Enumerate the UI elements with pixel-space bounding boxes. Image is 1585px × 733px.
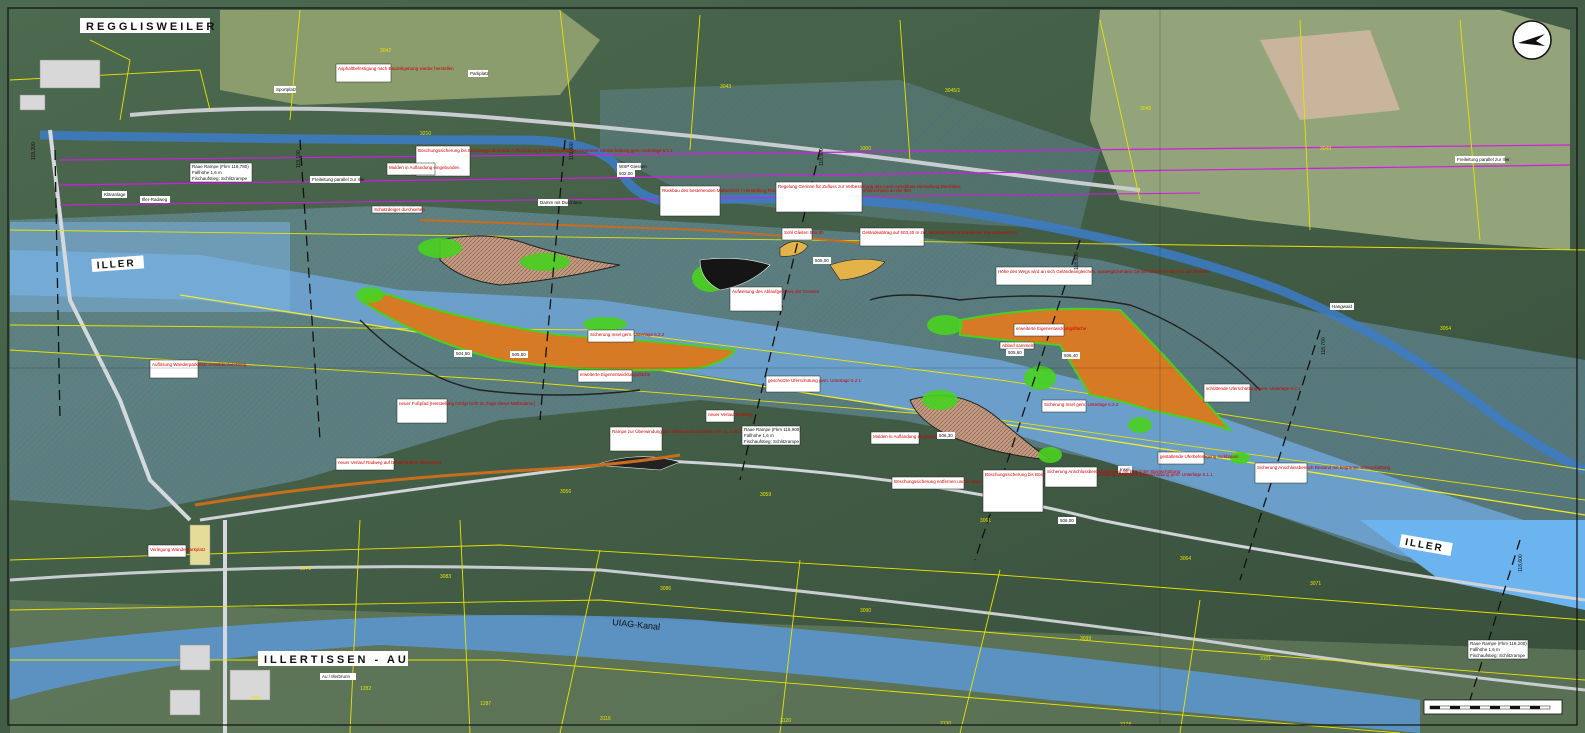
ann-asphalt: Asphaltbefestigung nach Bauleitigebung w… (338, 66, 454, 71)
ramp-br-line1: Raue Rampe (Fkm 119,200) (1470, 641, 1527, 646)
ann-erweiterte-1: erweiterte Eigenentwicklungsfläche (1016, 326, 1087, 331)
parcel-25: 3300 (860, 146, 871, 152)
label-leitung: Freileitung parallel zur Iller (312, 177, 365, 182)
parcel-2: 3045/1 (945, 88, 961, 94)
parcel-17: 1281 (250, 696, 261, 702)
ann-schutz: Schutzdeiger durchsehen (374, 207, 426, 212)
place-label-illertissen: ILLERTISSEN - AU (264, 654, 409, 666)
parcel-13: 3086 (660, 586, 671, 592)
ann-ablauf: Ablauf sammeln (1002, 343, 1035, 348)
label-hangwald: Hangwald (1332, 304, 1353, 309)
parcel-0: 3042 (380, 48, 391, 54)
parcel-24: 3210 (420, 131, 431, 137)
ramp-middle-line3: Fischaufstieg: Schlitzrampe (744, 439, 800, 444)
elev-7: 506,40 (1064, 353, 1078, 358)
ramp-br-line2: Fallhöhe 1,6 m (1470, 647, 1500, 652)
parcel-21: 3120 (780, 718, 791, 724)
scale-bar-icon (1423, 699, 1563, 715)
km-4: 118,800 (1074, 252, 1080, 270)
ann-hoehe-weg: Höhe des Wegs wird an sich Geländeanglei… (998, 269, 1209, 274)
km-3: 118,900 (819, 148, 825, 166)
ann-regelung: Regelung Gerinne für Zufluss zur Verbess… (778, 184, 961, 189)
ramp-br-line3: Fischaufstieg: Schlitzrampe (1470, 653, 1526, 658)
ann-boeschung: Böschungssicherung bis Böschungsoberkant… (418, 148, 673, 153)
ann-sicherung-insel-2: Sicherung Insel gem. Unterlage 6.2.2 (1044, 402, 1119, 407)
ramp-bottom-right-box: Raue Rampe (Fkm 119,200) Fallhöhe 1,6 m … (1467, 639, 1529, 660)
parcel-1: 3043 (720, 84, 731, 90)
ramp-middle-line2: Fallhöhe 1,6 m (744, 433, 774, 438)
ann-geschuetzt: geschützte Uferschütung gem. Unterlage 6… (768, 378, 862, 383)
ann-neuer-radweg: neuer Verlauf Radweg auf bestehendem Dam… (338, 460, 442, 465)
ramp-left-line3: Fischaufstieg: Schlitzrampe (192, 176, 248, 181)
ann-sicherung-a: Sicherung Anschlussbereich Bestand mit b… (1047, 469, 1181, 474)
parcel-7: 3059 (760, 492, 771, 498)
km-0: 119,200 (31, 142, 37, 160)
ann-mulden-2: Mulden in Auflandung eingebunden (873, 434, 944, 439)
km-2: 119,000 (569, 142, 575, 160)
parcel-18: 1282 (360, 686, 371, 692)
ramp-left-line1: Raue Rampe (Fkm 118,780) (192, 164, 249, 169)
label-wsp-giessen: WSP Giessen (619, 164, 647, 169)
ann-sicherung-insel-1: Sicherung Insel gem. Unterlage 6.2.2 (590, 332, 665, 337)
ann-aufweitung: Aufweitung des Ablaufgerinnes der Giesse… (732, 289, 820, 294)
elev-1: 505,00 (815, 258, 829, 263)
parcel-14: 3090 (860, 608, 871, 614)
parcel-15: 3099 (1080, 636, 1091, 642)
km-5: 118,700 (1321, 337, 1327, 355)
north-arrow-icon (1512, 20, 1552, 60)
parcel-16: 3101 (1260, 656, 1271, 662)
ann-sohl: Sohl Gleiten 505,80 (784, 230, 824, 235)
parcel-5: 3054 (1440, 326, 1451, 332)
label-damm: Damm mit Durchlass (540, 200, 583, 205)
ann-erweiterte-2: erweiterte Eigenentwicklungsfläche (580, 372, 651, 377)
ramp-left-line2: Fallhöhe 1,6 m (192, 170, 222, 175)
ramp-middle-box: Raue Rampe (Fkm 118,900) Fallhöhe 1,6 m … (741, 425, 801, 446)
elev-2: 504,50 (456, 351, 470, 356)
label-parkplatz: Parkplatz (470, 71, 490, 76)
ann-neuer-fusspfad: neuer Fußpfad (Herstellung erfolgt nicht… (399, 401, 536, 406)
parcel-8: 3061 (980, 518, 991, 524)
label-leitung-right: Freileitung parallel zur Iller (1457, 157, 1510, 162)
parcel-4: 3049 (1320, 146, 1331, 152)
elev-5: 506,00 (1060, 518, 1074, 523)
label-radweg: Iller-Radweg (142, 197, 168, 202)
left-blue-zone (10, 222, 290, 312)
elev-4: 506,30 (939, 433, 953, 438)
parcel-12: 3083 (440, 574, 451, 580)
km-6: 118,600 (1518, 554, 1524, 572)
elev-6: 505,60 (1008, 350, 1022, 355)
ann-sicherung-b: Sicherung Anschlussbereich Bestand mit b… (1257, 465, 1391, 470)
label-sportplatz: Sportplatz (276, 87, 297, 92)
ann-aufloesung: Auflösung Wanderparkplatz Auwaldentwickl… (152, 362, 247, 367)
parcel-6: 3056 (560, 489, 571, 495)
ann-gestaltete: gestaltende Uferbefestigung rückbauen (1160, 454, 1239, 459)
ann-schuettung: schüttende Uferschüttung gem. Unterlage … (1206, 386, 1301, 391)
label-au-iller: Au / Illerbrunn (322, 674, 351, 679)
parcel-3: 3048 (1140, 106, 1151, 112)
ann-rampe: Rampe zur Überwindung des Höhenunterschi… (612, 428, 744, 434)
km-1: 119,100 (296, 150, 302, 168)
ann-verlegung: Verlegung Wanderparkplatz (150, 547, 206, 552)
parcel-19: 1287 (480, 701, 491, 707)
parcel-9: 3064 (1180, 556, 1191, 562)
place-label-reggliswiler: REGGLISWEILER (86, 21, 217, 33)
elev-0: 502,00 (619, 171, 633, 176)
ann-gelaende: Geländeabtrag auf 503,40 m zur Verbesser… (862, 230, 1018, 235)
parcel-10: 3071 (1310, 581, 1321, 587)
ramp-middle-line1: Raue Rampe (Fkm 118,900) (744, 427, 801, 432)
site-plan-map: REGGLISWEILER ILLERTISSEN - AU ILLER ILL… (0, 0, 1585, 733)
parcel-22: 3130 (940, 721, 951, 727)
ramp-left-box: Raue Rampe (Fkm 118,780) Fallhöhe 1,6 m … (189, 162, 253, 183)
ann-neuer-verlauf: neuer Verlauf Radweg (708, 412, 753, 417)
parcel-20: 3116 (600, 716, 611, 722)
ann-mulden: Mulden in Auflandung eingebunden (389, 165, 460, 170)
parcel-11: 3078 (300, 566, 311, 572)
label-klaeranlage: Kläranlage (104, 192, 126, 197)
elev-3: 505,50 (512, 352, 526, 357)
